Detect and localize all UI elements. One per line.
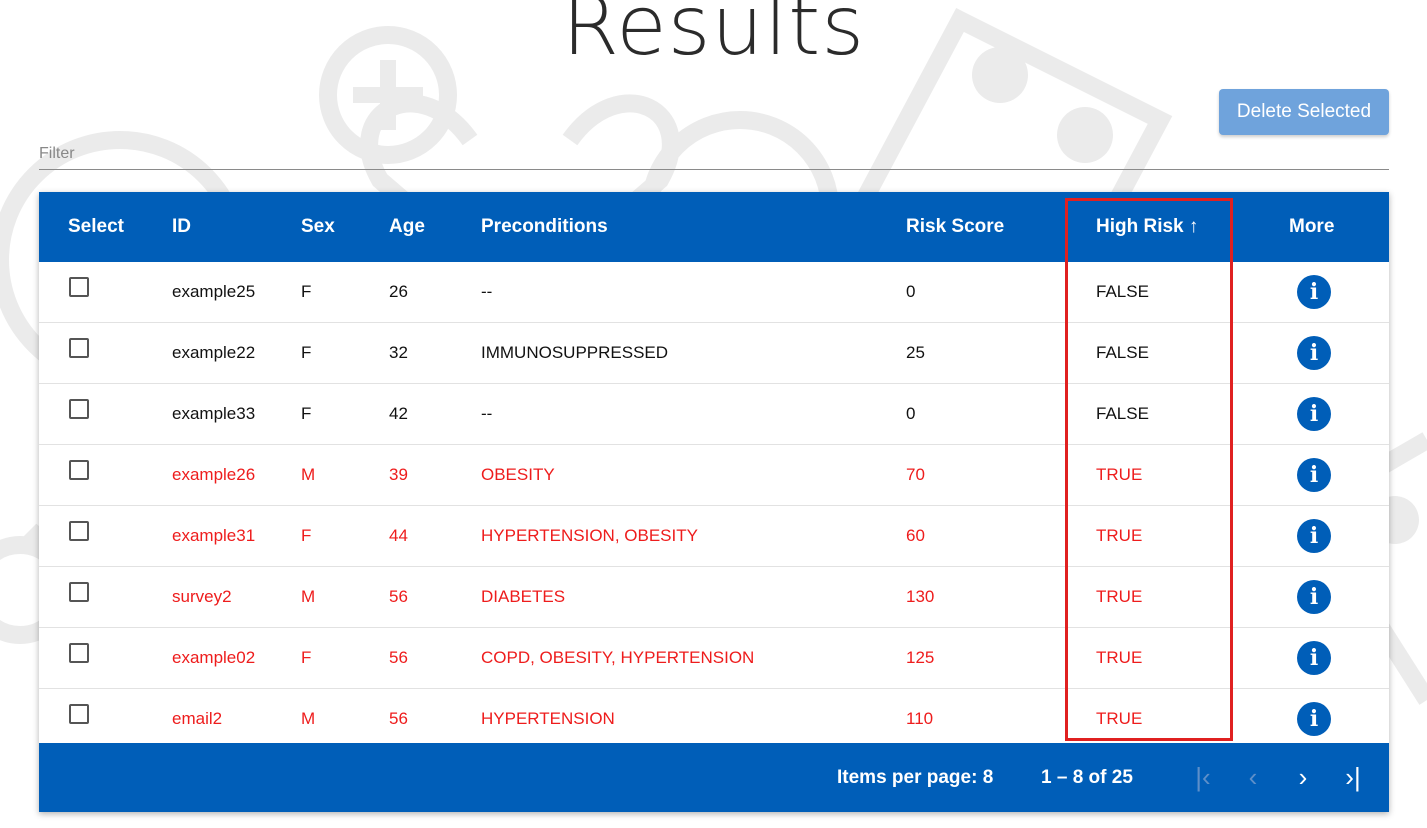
cell-id: example22 bbox=[172, 343, 256, 362]
table-row: example25 F 26 -- 0 FALSE i bbox=[39, 262, 1389, 323]
last-page-icon[interactable]: ›| bbox=[1333, 743, 1373, 812]
cell-sex: M bbox=[301, 709, 316, 728]
items-per-page-label[interactable]: Items per page: 8 bbox=[837, 743, 993, 812]
cell-preconditions: COPD, OBESITY, HYPERTENSION bbox=[481, 648, 755, 667]
table-row: example33 F 42 -- 0 FALSE i bbox=[39, 384, 1389, 445]
first-page-icon[interactable]: |‹ bbox=[1183, 743, 1223, 812]
info-icon[interactable]: i bbox=[1297, 519, 1331, 553]
info-icon[interactable]: i bbox=[1297, 641, 1331, 675]
cell-age: 39 bbox=[389, 465, 408, 484]
cell-id: example26 bbox=[172, 465, 256, 484]
header-high-risk[interactable]: High Risk ↑ bbox=[1096, 192, 1198, 262]
table-row: example02 F 56 COPD, OBESITY, HYPERTENSION 1… bbox=[39, 628, 1389, 689]
cell-risk-score: 70 bbox=[906, 465, 925, 484]
table-row: example31 F 44 HYPERTENSION, OBESITY 60 TRUE i bbox=[39, 506, 1389, 567]
cell-high-risk: TRUE bbox=[1096, 526, 1143, 545]
row-select-checkbox[interactable] bbox=[69, 704, 89, 724]
cell-preconditions: -- bbox=[481, 404, 493, 423]
cell-age: 44 bbox=[389, 526, 408, 545]
delete-selected-button[interactable]: Delete Selected bbox=[1219, 89, 1389, 135]
info-icon[interactable]: i bbox=[1297, 336, 1331, 370]
row-select-checkbox[interactable] bbox=[69, 643, 89, 663]
chevron-right-icon[interactable]: › bbox=[1283, 743, 1323, 812]
cell-risk-score: 60 bbox=[906, 526, 925, 545]
row-select-checkbox[interactable] bbox=[69, 582, 89, 602]
cell-sex: F bbox=[301, 648, 312, 667]
header-age[interactable]: Age bbox=[389, 192, 425, 262]
row-select-checkbox[interactable] bbox=[69, 460, 89, 480]
cell-preconditions: IMMUNOSUPPRESSED bbox=[481, 343, 669, 362]
row-select-checkbox[interactable] bbox=[69, 338, 89, 358]
cell-sex: M bbox=[301, 587, 316, 606]
info-icon[interactable]: i bbox=[1297, 397, 1331, 431]
info-icon[interactable]: i bbox=[1297, 275, 1331, 309]
cell-risk-score: 25 bbox=[906, 343, 925, 362]
cell-id: survey2 bbox=[172, 587, 232, 606]
header-id[interactable]: ID bbox=[172, 192, 191, 262]
header-preconditions[interactable]: Preconditions bbox=[481, 192, 608, 262]
table-row: survey2 M 56 DIABETES 130 TRUE i bbox=[39, 567, 1389, 628]
cell-id: example02 bbox=[172, 648, 256, 667]
cell-age: 42 bbox=[389, 404, 408, 423]
filter-input[interactable] bbox=[39, 139, 1389, 170]
table-row: example26 M 39 OBESITY 70 TRUE i bbox=[39, 445, 1389, 506]
cell-risk-score: 0 bbox=[906, 404, 916, 423]
cell-preconditions: -- bbox=[481, 282, 493, 301]
page-title: Results bbox=[561, 0, 866, 74]
table-header: Select ID Sex Age Preconditions Risk Sco… bbox=[39, 192, 1389, 262]
cell-sex: F bbox=[301, 282, 312, 301]
info-icon[interactable]: i bbox=[1297, 702, 1331, 736]
header-select: Select bbox=[68, 216, 124, 237]
cell-age: 56 bbox=[389, 587, 408, 606]
cell-high-risk: FALSE bbox=[1096, 343, 1149, 362]
header-more: More bbox=[1289, 216, 1335, 237]
cell-high-risk: TRUE bbox=[1096, 587, 1143, 606]
table-body: example25 F 26 -- 0 FALSE i example22 F 32 IMMUNOS… bbox=[39, 262, 1389, 750]
paginator: Items per page: 8 1 – 8 of 25 |‹ ‹ › ›| bbox=[39, 743, 1389, 812]
cell-id: email2 bbox=[172, 709, 223, 728]
cell-sex: M bbox=[301, 465, 316, 484]
header-risk-score[interactable]: Risk Score bbox=[906, 192, 1004, 262]
cell-age: 56 bbox=[389, 648, 408, 667]
row-select-checkbox[interactable] bbox=[69, 399, 89, 419]
cell-high-risk: FALSE bbox=[1096, 282, 1149, 301]
cell-sex: F bbox=[301, 526, 312, 545]
chevron-left-icon[interactable]: ‹ bbox=[1233, 743, 1273, 812]
cell-high-risk: TRUE bbox=[1096, 709, 1143, 728]
cell-preconditions: HYPERTENSION, OBESITY bbox=[481, 526, 698, 545]
table-row: email2 M 56 HYPERTENSION 110 TRUE i bbox=[39, 689, 1389, 750]
cell-preconditions: DIABETES bbox=[481, 587, 566, 606]
cell-risk-score: 130 bbox=[906, 587, 935, 606]
header-sex[interactable]: Sex bbox=[301, 192, 335, 262]
cell-high-risk: TRUE bbox=[1096, 465, 1143, 484]
info-icon[interactable]: i bbox=[1297, 458, 1331, 492]
cell-id: example31 bbox=[172, 526, 256, 545]
cell-preconditions: OBESITY bbox=[481, 465, 555, 484]
cell-high-risk: TRUE bbox=[1096, 648, 1143, 667]
cell-sex: F bbox=[301, 404, 312, 423]
page-range-label: 1 – 8 of 25 bbox=[1041, 767, 1133, 788]
table-row: example22 F 32 IMMUNOSUPPRESSED 25 FALSE i bbox=[39, 323, 1389, 384]
cell-high-risk: FALSE bbox=[1096, 404, 1149, 423]
cell-id: example33 bbox=[172, 404, 256, 423]
cell-age: 26 bbox=[389, 282, 408, 301]
info-icon[interactable]: i bbox=[1297, 580, 1331, 614]
cell-id: example25 bbox=[172, 282, 256, 301]
results-table: Select ID Sex Age Preconditions Risk Sco… bbox=[39, 192, 1389, 812]
cell-age: 56 bbox=[389, 709, 408, 728]
sort-ascending-icon: ↑ bbox=[1188, 216, 1199, 237]
cell-preconditions: HYPERTENSION bbox=[481, 709, 615, 728]
row-select-checkbox[interactable] bbox=[69, 521, 89, 541]
cell-age: 32 bbox=[389, 343, 408, 362]
cell-risk-score: 0 bbox=[906, 282, 916, 301]
row-select-checkbox[interactable] bbox=[69, 277, 89, 297]
cell-risk-score: 110 bbox=[906, 709, 934, 728]
cell-risk-score: 125 bbox=[906, 648, 935, 667]
cell-sex: F bbox=[301, 343, 312, 362]
header-high-risk-label: High Risk bbox=[1096, 216, 1184, 237]
